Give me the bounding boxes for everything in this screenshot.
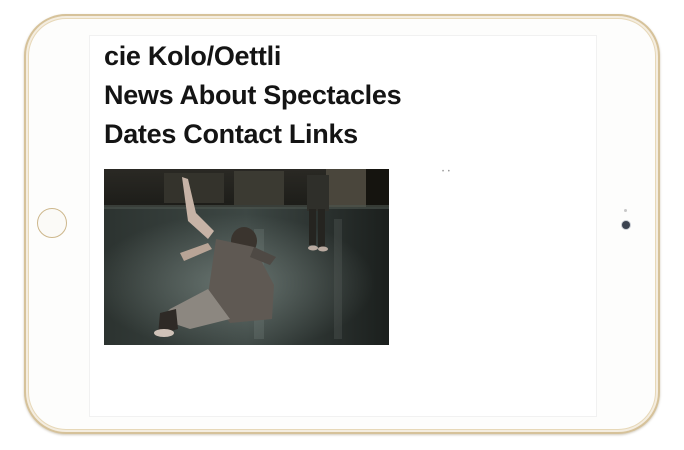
nav-link-spectacles[interactable]: Spectacles xyxy=(263,80,401,110)
dance-photo-image xyxy=(104,169,389,345)
nav-link-links[interactable]: Links xyxy=(289,119,358,149)
stage: cie Kolo/Oettli News About Spectacles Da… xyxy=(0,0,684,450)
nav-row-2: Dates Contact Links xyxy=(104,121,358,148)
nav-link-dates[interactable]: Dates xyxy=(104,119,176,149)
slideshow-indicator[interactable]: • • xyxy=(442,169,451,175)
tablet-screen: cie Kolo/Oettli News About Spectacles Da… xyxy=(89,35,597,417)
site-title[interactable]: cie Kolo/Oettli xyxy=(104,43,281,70)
nav-link-contact[interactable]: Contact xyxy=(183,119,282,149)
home-button-icon[interactable] xyxy=(37,208,67,238)
nav-row-1: News About Spectacles xyxy=(104,80,402,110)
nav-link-news[interactable]: News xyxy=(104,80,174,110)
sensor-icon xyxy=(624,209,627,212)
front-camera-icon xyxy=(622,221,630,229)
dance-photo[interactable] xyxy=(104,169,389,345)
nav-link-about[interactable]: About xyxy=(180,80,257,110)
